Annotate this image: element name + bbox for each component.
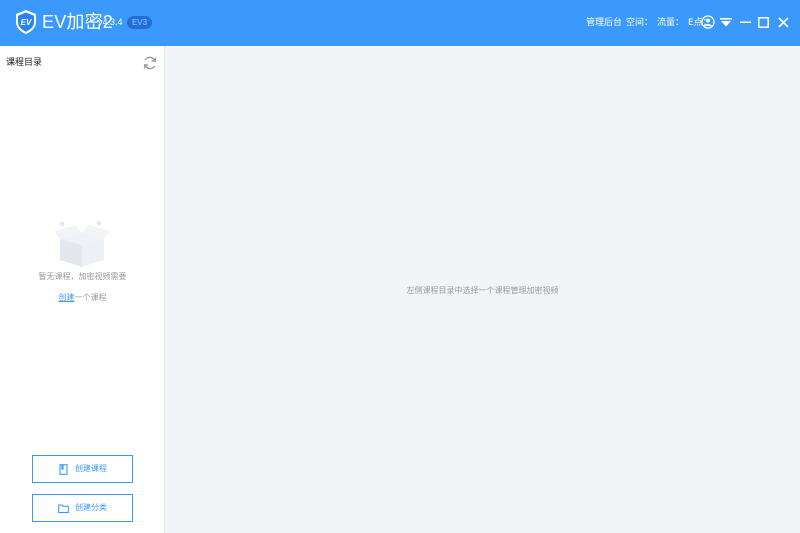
refresh-icon[interactable] xyxy=(142,55,158,71)
app-version: v4.3.4 xyxy=(98,17,123,27)
title-bar: EV EV加密2 v4.3.4 EV3 管理后台 空间： 流量： E点： xyxy=(0,0,800,46)
svg-text:EV: EV xyxy=(21,18,32,27)
create-category-label: 创建分类 xyxy=(75,503,107,512)
create-course-label: 创建课程 xyxy=(75,464,107,473)
create-course-suffix: 一个课程 xyxy=(74,293,107,302)
menu-dropdown-icon[interactable] xyxy=(720,18,732,27)
sidebar-title: 课程目录 xyxy=(6,58,43,68)
create-course-link[interactable]: 创建 xyxy=(59,293,75,302)
create-course-prompt: 创建一个课程 xyxy=(0,293,165,303)
account-status: 管理后台 空间： 流量： E点： xyxy=(586,18,716,29)
course-directory-sidebar: 课程目录 暂无课程，加密视频需要 创建一个课程 创建课程 创建分类 xyxy=(0,46,165,533)
course-book-icon xyxy=(59,463,68,475)
empty-box-icon xyxy=(54,220,110,267)
close-icon[interactable] xyxy=(778,17,789,28)
maximize-icon[interactable] xyxy=(758,17,769,28)
ev-shield-logo-icon: EV xyxy=(16,10,36,34)
folder-icon xyxy=(58,503,69,513)
empty-state-message: 暂无课程，加密视频需要 xyxy=(38,272,127,281)
minimize-icon[interactable] xyxy=(740,15,751,29)
user-account-icon[interactable] xyxy=(701,15,715,29)
create-category-button[interactable]: 创建分类 xyxy=(32,494,133,522)
space-status: 空间： xyxy=(626,18,654,28)
admin-link[interactable]: 管理后台 xyxy=(586,18,622,28)
edition-badge: EV3 xyxy=(127,16,152,29)
main-empty-hint: 左侧课程目录中选择一个课程管理加密视频 xyxy=(406,286,559,295)
traffic-status: 流量： xyxy=(657,18,685,28)
create-course-button[interactable]: 创建课程 xyxy=(32,455,133,483)
